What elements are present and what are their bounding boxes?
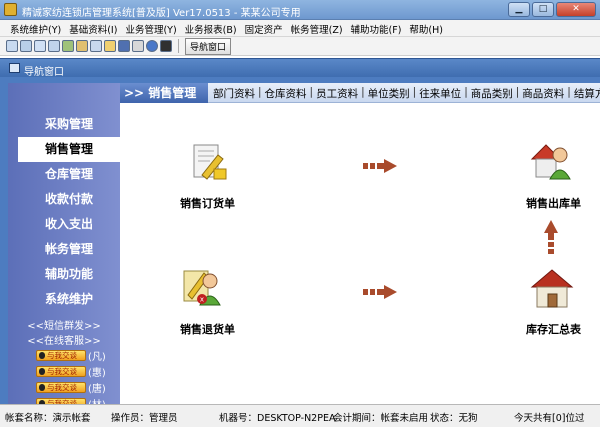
window-icon bbox=[9, 63, 20, 73]
status-bar: 帐套名称：演示帐套 操作员：管理员 机器号：DESKTOP-N2PEA 会计期间… bbox=[0, 404, 600, 427]
copy-icon[interactable] bbox=[48, 40, 60, 52]
print-preview-icon[interactable] bbox=[90, 40, 102, 52]
status-machine: 机器号：DESKTOP-N2PEA bbox=[219, 413, 336, 424]
tab-settlement[interactable]: 结算方 bbox=[571, 86, 600, 101]
qq-contact-name: (林) bbox=[88, 396, 106, 404]
tab-employee[interactable]: 员工资料 bbox=[313, 86, 361, 101]
menu-system[interactable]: 系统维护(Y) bbox=[6, 20, 65, 36]
status-reminder: 今天共有[0]位过 bbox=[514, 413, 585, 424]
toolbar: 导航窗口 bbox=[0, 37, 600, 56]
toolbar-separator bbox=[178, 39, 179, 53]
qq-contact-name: (凡) bbox=[88, 352, 106, 363]
app-icon bbox=[4, 3, 17, 16]
qq-contact: 与我交谈 (凡) bbox=[36, 349, 106, 363]
window-icon[interactable] bbox=[6, 40, 18, 52]
tab-product-category[interactable]: 商品类别 bbox=[468, 86, 516, 101]
menu-fixed-assets[interactable]: 固定资产 bbox=[241, 20, 287, 36]
sidebar-item-payments[interactable]: 收款付款 bbox=[18, 187, 120, 212]
status-operator: 操作员：管理员 bbox=[111, 413, 178, 424]
inventory-summary-label[interactable]: 库存汇总表 bbox=[526, 321, 581, 337]
close-button[interactable]: ✕ bbox=[556, 2, 596, 17]
menu-basic-data[interactable]: 基础资料(I) bbox=[65, 20, 121, 36]
quick-tabs: 部门资料 | 仓库资料 | 员工资料 | 单位类别 | 往来单位 | 商品类别 | 商品资料… bbox=[210, 86, 600, 101]
sidebar-item-tools[interactable]: 辅助功能 bbox=[18, 262, 120, 287]
tab-products[interactable]: 商品资料 bbox=[519, 86, 567, 101]
sidebar-item-purchase[interactable]: 采购管理 bbox=[18, 112, 120, 137]
sidebar-item-system[interactable]: 系统维护 bbox=[18, 287, 120, 312]
qq-contact: 与我交谈 (林) bbox=[36, 397, 106, 404]
status-period: 会计期间：帐套未启用 bbox=[333, 413, 429, 424]
svg-text:x: x bbox=[200, 296, 204, 304]
qq-contact: 与我交谈 (惠) bbox=[36, 365, 106, 379]
nav-window-title: 导航窗口 bbox=[24, 67, 64, 78]
tab-warehouse[interactable]: 仓库资料 bbox=[262, 86, 310, 101]
sales-order-icon[interactable] bbox=[188, 141, 232, 185]
section-title: >> 销售管理 bbox=[120, 83, 208, 103]
print-icon[interactable] bbox=[132, 40, 144, 52]
online-service-link[interactable]: <<在线客服>> bbox=[8, 332, 120, 347]
tab-unit-category[interactable]: 单位类别 bbox=[365, 86, 413, 101]
sidebar-item-sales[interactable]: 销售管理 bbox=[18, 137, 120, 162]
qq-contact: 与我交谈 (唐) bbox=[36, 381, 106, 395]
qq-chat-button[interactable]: 与我交谈 bbox=[36, 366, 86, 377]
arrow-right-icon bbox=[363, 285, 397, 299]
menu-help[interactable]: 帮助(H) bbox=[405, 20, 447, 36]
menu-business[interactable]: 业务管理(Y) bbox=[121, 20, 180, 36]
menu-tools[interactable]: 辅助功能(F) bbox=[347, 20, 406, 36]
sms-link[interactable]: <<短信群发>> bbox=[8, 317, 120, 332]
tab-strip: >> 销售管理 部门资料 | 仓库资料 | 员工资料 | 单位类别 | 往来单位 | 商品… bbox=[120, 83, 600, 103]
menu-accounts[interactable]: 帐务管理(Z) bbox=[287, 20, 347, 36]
qq-chat-button[interactable]: 与我交谈 bbox=[36, 382, 86, 393]
menu-bar: 系统维护(Y) 基础资料(I) 业务管理(Y) 业务报表(B) 固定资产 帐务管… bbox=[0, 20, 600, 37]
maximize-button[interactable]: □ bbox=[532, 2, 554, 17]
users-icon[interactable] bbox=[76, 40, 88, 52]
menu-reports[interactable]: 业务报表(B) bbox=[181, 20, 241, 36]
sidebar-item-warehouse[interactable]: 仓库管理 bbox=[18, 162, 120, 187]
tab-partners[interactable]: 往来单位 bbox=[416, 86, 464, 101]
sales-outbound-label[interactable]: 销售出库单 bbox=[526, 195, 581, 211]
minimize-button[interactable]: ▁ bbox=[508, 2, 530, 17]
sales-return-icon[interactable]: x bbox=[180, 265, 224, 309]
settings-icon[interactable] bbox=[62, 40, 74, 52]
nav-window-button[interactable]: 导航窗口 bbox=[185, 37, 232, 55]
content-panel: >> 销售管理 部门资料 | 仓库资料 | 员工资料 | 单位类别 | 往来单位 | 商品… bbox=[120, 83, 600, 404]
qq-contact-name: (唐) bbox=[88, 384, 106, 395]
form-icon[interactable] bbox=[20, 40, 32, 52]
open-icon[interactable] bbox=[104, 40, 116, 52]
exit-icon[interactable] bbox=[160, 40, 172, 52]
main-frame: 采购管理 销售管理 仓库管理 收款付款 收入支出 帐务管理 辅助功能 系统维护 … bbox=[0, 77, 600, 404]
save-icon[interactable] bbox=[118, 40, 130, 52]
sales-return-label[interactable]: 销售退货单 bbox=[180, 321, 235, 337]
qq-contact-name: (惠) bbox=[88, 368, 106, 379]
arrow-right-icon bbox=[363, 159, 397, 173]
window-controls: ▁ □ ✕ bbox=[508, 2, 596, 17]
sales-outbound-icon[interactable] bbox=[530, 139, 574, 183]
sales-order-label[interactable]: 销售订货单 bbox=[180, 195, 235, 211]
sidebar-item-accounts[interactable]: 帐务管理 bbox=[18, 237, 120, 262]
sidebar-item-income-expense[interactable]: 收入支出 bbox=[18, 212, 120, 237]
house-icon[interactable] bbox=[530, 267, 574, 311]
tab-department[interactable]: 部门资料 bbox=[210, 86, 258, 101]
qq-chat-button[interactable]: 与我交谈 bbox=[36, 350, 86, 361]
arrow-up-icon bbox=[544, 220, 558, 254]
help-icon[interactable] bbox=[146, 40, 158, 52]
status-state: 状态：无狗 bbox=[430, 413, 478, 424]
window-title: 精诚家纺连锁店管理系统[普及版] Ver17.0513 - 某某公司专用 bbox=[22, 8, 301, 19]
status-account: 帐套名称：演示帐套 bbox=[5, 413, 91, 424]
title-bar: 精诚家纺连锁店管理系统[普及版] Ver17.0513 - 某某公司专用 ▁ □… bbox=[0, 0, 600, 20]
list-icon[interactable] bbox=[34, 40, 46, 52]
nav-window-header: 导航窗口 bbox=[0, 58, 600, 78]
sidebar: 采购管理 销售管理 仓库管理 收款付款 收入支出 帐务管理 辅助功能 系统维护 … bbox=[8, 83, 120, 404]
